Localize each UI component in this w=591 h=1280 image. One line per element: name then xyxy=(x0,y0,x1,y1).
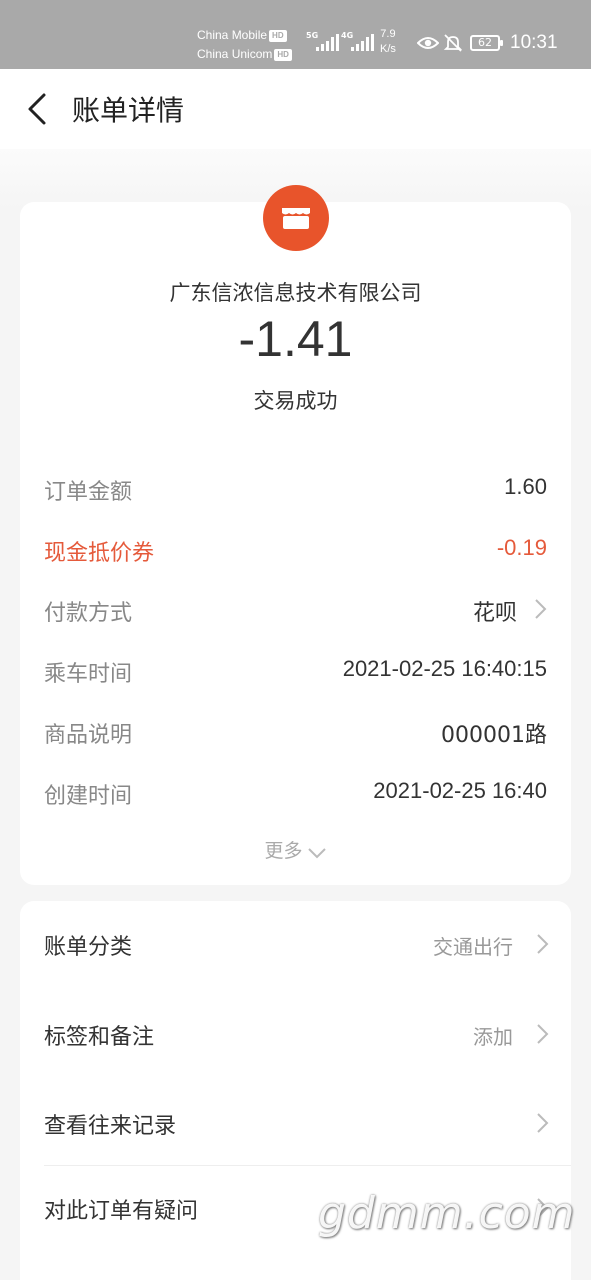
carrier-info: China Mobile HD China Unicom HD xyxy=(197,26,292,64)
detail-label: 付款方式 xyxy=(44,601,133,626)
item-label: 对此订单有疑问 xyxy=(44,1199,199,1224)
detail-label: 创建时间 xyxy=(44,784,133,809)
chevron-right-icon xyxy=(537,1024,549,1044)
chevron-right-icon xyxy=(537,1113,549,1133)
detail-value: 1.60 xyxy=(504,474,547,499)
detail-value: 000001路 xyxy=(441,723,547,748)
carrier-2: China Unicom xyxy=(197,47,273,61)
back-button[interactable] xyxy=(20,87,60,131)
detail-row-payment-method[interactable]: 付款方式 花呗 xyxy=(44,589,547,629)
detail-label: 现金抵价券 xyxy=(44,541,155,566)
detail-label: 乘车时间 xyxy=(44,662,133,687)
chevron-down-icon xyxy=(307,848,326,859)
nav-bar: 账单详情 xyxy=(0,69,591,149)
detail-label: 订单金额 xyxy=(44,480,133,505)
item-value: 交通出行 xyxy=(433,935,513,959)
bill-summary-card: 广东信浓信息技术有限公司 -1.41 交易成功 订单金额 1.60 现金抵价券 … xyxy=(20,185,571,885)
item-label: 查看往来记录 xyxy=(44,1114,177,1139)
chevron-left-icon xyxy=(28,93,46,125)
status-bar: China Mobile HD China Unicom HD 5G 4G 7.9 … xyxy=(0,0,591,69)
page-title: 账单详情 xyxy=(72,94,185,127)
item-label: 标签和备注 xyxy=(44,1025,155,1050)
network-4g-label: 4G xyxy=(341,31,354,40)
eye-icon xyxy=(417,37,439,49)
history-records-item[interactable]: 查看往来记录 xyxy=(44,1094,571,1154)
detail-row-product-desc: 商品说明 000001路 xyxy=(44,711,547,751)
transaction-amount: -1.41 xyxy=(238,311,353,367)
item-label: 账单分类 xyxy=(44,935,133,960)
detail-label: 商品说明 xyxy=(44,723,133,748)
detail-value: 2021-02-25 16:40:15 xyxy=(342,656,547,681)
speed-unit: K/s xyxy=(380,43,396,55)
more-label: 更多 xyxy=(264,840,303,862)
speed-value: 7.9 xyxy=(380,28,396,40)
network-5g-label: 5G xyxy=(306,31,319,40)
watermark: gdmm.com xyxy=(318,1188,576,1239)
detail-value: -0.19 xyxy=(496,535,547,560)
more-button[interactable]: 更多 xyxy=(20,836,571,863)
hd-badge-2: HD xyxy=(274,49,292,61)
network-speed: 7.9 K/s xyxy=(380,27,396,57)
carrier-1: China Mobile xyxy=(197,28,268,42)
tags-notes-item[interactable]: 标签和备注 添加 xyxy=(44,1005,571,1065)
detail-row-created-time: 创建时间 2021-02-25 16:40 xyxy=(44,772,547,812)
hd-badge-1: HD xyxy=(269,30,287,42)
detail-row-coupon: 现金抵价券 -0.19 xyxy=(44,529,547,569)
divider xyxy=(44,1165,571,1166)
clock: 10:31 xyxy=(510,32,558,53)
shop-icon xyxy=(263,185,329,251)
detail-value: 花呗 xyxy=(472,601,517,626)
detail-row-ride-time: 乘车时间 2021-02-25 16:40:15 xyxy=(44,650,547,690)
detail-value: 2021-02-25 16:40 xyxy=(373,778,547,803)
merchant-name: 广东信浓信息技术有限公司 xyxy=(169,281,422,305)
item-value: 添加 xyxy=(473,1025,513,1049)
chevron-right-icon xyxy=(537,934,549,954)
transaction-status: 交易成功 xyxy=(253,389,338,413)
chevron-right-icon xyxy=(535,599,547,619)
bell-muted-icon xyxy=(443,34,463,52)
bill-category-item[interactable]: 账单分类 交通出行 xyxy=(44,915,571,975)
detail-row-order-amount: 订单金额 1.60 xyxy=(44,468,547,508)
battery-icon: 62 xyxy=(470,35,503,51)
